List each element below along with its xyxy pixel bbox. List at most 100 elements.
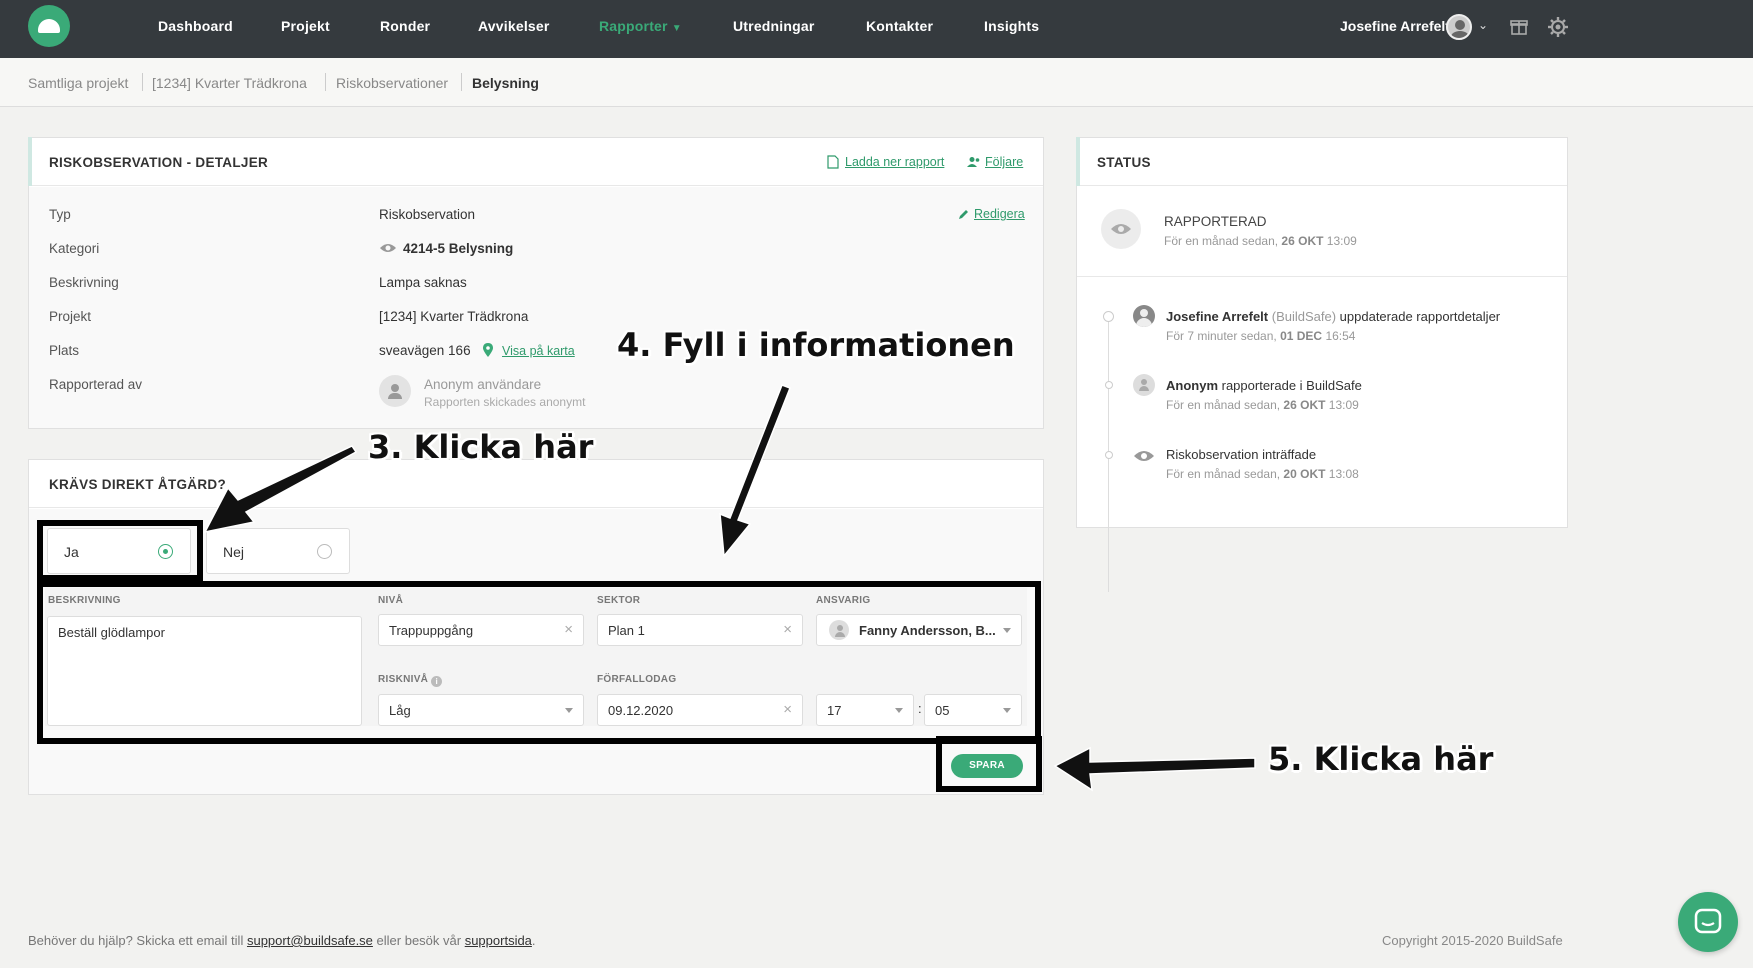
panel-accent [1076,137,1080,186]
event-2-actor: Anonym [1166,378,1218,393]
event-1-action: uppdaterade rapportdetaljer [1339,309,1501,324]
chat-icon [1694,908,1722,934]
plats-label: Plats [49,343,80,358]
status-eye-icon [1101,209,1141,249]
details-panel: RISKOBSERVATION - DETALJER Ladda ner rap… [28,137,1044,429]
support-page-link[interactable]: supportsida [465,933,532,948]
breadcrumb-samtliga-projekt[interactable]: Samtliga projekt [28,75,128,91]
plats-value: sveavägen 166 [379,343,471,358]
status-header: STATUS [1076,137,1567,186]
reporter-note: Rapporten skickades anonymt [424,395,586,409]
event-3-clock: 13:08 [1328,467,1359,481]
status-title: STATUS [1097,155,1151,170]
annotation-step4: 4. Fyll i informationen [617,326,1015,364]
pencil-icon [959,210,968,219]
copyright: Copyright 2015-2020 BuildSafe [1382,933,1563,948]
timeline-dot [1103,311,1114,322]
event-1-time: För 7 minuter sedan, 01 DEC 16:54 [1166,329,1355,343]
event-2-time: För en månad sedan, 26 OKT 13:09 [1166,398,1359,412]
timeline-dot [1105,451,1113,459]
panel-accent [28,137,32,186]
event-1-time-prefix: För 7 minuter sedan, [1166,329,1277,343]
nav-utredningar[interactable]: Utredningar [733,18,815,34]
highlight-radio-yes [37,520,203,581]
followers-link[interactable]: Följare [985,155,1023,169]
current-status-time: För en månad sedan, 26 OKT 13:09 [1164,234,1357,248]
kategori-value: 4214-5 Belysning [403,241,514,256]
current-status-label: RAPPORTERAD [1164,214,1267,229]
nav-avvikelser[interactable]: Avvikelser [478,18,550,34]
kategori-label: Kategori [49,241,100,256]
event-2-action: rapporterade i BuildSafe [1221,378,1362,393]
support-email-link[interactable]: support@buildsafe.se [247,933,373,948]
footer-help-prefix: Behöver du hjälp? Skicka ett email till [28,933,244,948]
user-menu-chevron-icon[interactable]: ⌄ [1478,18,1488,32]
chat-button[interactable] [1678,892,1738,952]
nav-insights[interactable]: Insights [984,18,1039,34]
breadcrumb-current: Belysning [472,75,539,91]
breadcrumb-divider [142,73,143,91]
event-2-date: 26 OKT [1283,398,1326,412]
user-name[interactable]: Josefine Arrefelt [1340,18,1450,34]
highlight-save [936,736,1042,792]
buildsafe-logo-icon[interactable] [28,5,70,47]
radio-no-label: Nej [223,544,245,560]
highlight-form [37,581,1041,744]
current-status-time-prefix: För en månad sedan, [1164,234,1279,248]
breadcrumb-divider [461,73,462,91]
nav-projekt[interactable]: Projekt [281,18,330,34]
timeline-dot [1105,381,1113,389]
breadcrumb-riskobservationer[interactable]: Riskobservationer [336,75,448,91]
footer-help-middle: eller besök vår [376,933,462,948]
details-title: RISKOBSERVATION - DETALJER [49,155,269,170]
breadcrumb-divider [325,73,326,91]
projekt-label: Projekt [49,309,92,324]
reporter-name: Anonym användare [424,377,542,392]
event-1-date: 01 DEC [1280,329,1323,343]
josefine-avatar [1133,305,1155,327]
details-header: RISKOBSERVATION - DETALJER Ladda ner rap… [28,137,1043,186]
radio-no[interactable]: Nej [206,528,350,574]
reporter-label: Rapporterad av [49,377,143,392]
event-1-clock: 16:54 [1325,329,1356,343]
user-avatar[interactable] [1446,14,1472,40]
event-1-actor[interactable]: Josefine Arrefelt [1166,309,1268,324]
gear-icon[interactable] [1547,16,1569,38]
current-status: RAPPORTERAD För en månad sedan, 26 OKT 1… [1077,187,1567,277]
current-status-clock: 13:09 [1326,234,1357,248]
pdf-icon [827,155,839,169]
timeline-event-1: Josefine Arrefelt (BuildSafe) uppdaterad… [1166,309,1500,324]
action-header: KRÄVS DIREKT ÅTGÄRD? [29,460,1043,508]
followers-icon [967,157,980,167]
status-panel: STATUS RAPPORTERAD För en månad sedan, 2… [1076,137,1568,592]
beskrivning-label: Beskrivning [49,275,119,290]
radio-no-dot[interactable] [317,544,332,559]
show-on-map-link[interactable]: Visa på karta [502,344,575,358]
map-pin-icon [483,343,493,357]
current-status-date: 26 OKT [1281,234,1324,248]
breadcrumb-project[interactable]: [1234] Kvarter Trädkrona [152,75,307,91]
typ-value: Riskobservation [379,207,476,222]
top-navigation: Dashboard Projekt Ronder Avvikelser Rapp… [0,0,1753,58]
event-2-time-prefix: För en månad sedan, [1166,398,1281,412]
edit-link[interactable]: Redigera [974,207,1025,221]
chevron-down-icon: ▼ [671,23,682,34]
event-3-date: 20 OKT [1283,467,1326,481]
nav-rapporter[interactable]: Rapporter ▼ [599,18,682,34]
event-1-org: (BuildSafe) [1271,309,1337,324]
annotation-step5: 5. Klicka här [1268,740,1494,778]
gift-icon[interactable] [1510,17,1528,35]
nav-dashboard[interactable]: Dashboard [158,18,233,34]
anonymous-avatar [379,375,411,407]
breadcrumb: Samtliga projekt [1234] Kvarter Trädkron… [0,58,1753,107]
nav-kontakter[interactable]: Kontakter [866,18,933,34]
event-3-action: Riskobservation inträffade [1166,447,1317,462]
details-body: Typ Riskobservation Redigera Kategori 42… [29,187,1043,428]
eye-icon [1134,451,1154,461]
nav-ronder[interactable]: Ronder [380,18,430,34]
action-title: KRÄVS DIREKT ÅTGÄRD? [49,477,226,492]
event-2-clock: 13:09 [1328,398,1359,412]
annotation-step3: 3. Klicka här [368,428,594,466]
download-report-link[interactable]: Ladda ner rapport [845,155,944,169]
timeline-event-2: Anonym rapporterade i BuildSafe [1166,378,1362,393]
